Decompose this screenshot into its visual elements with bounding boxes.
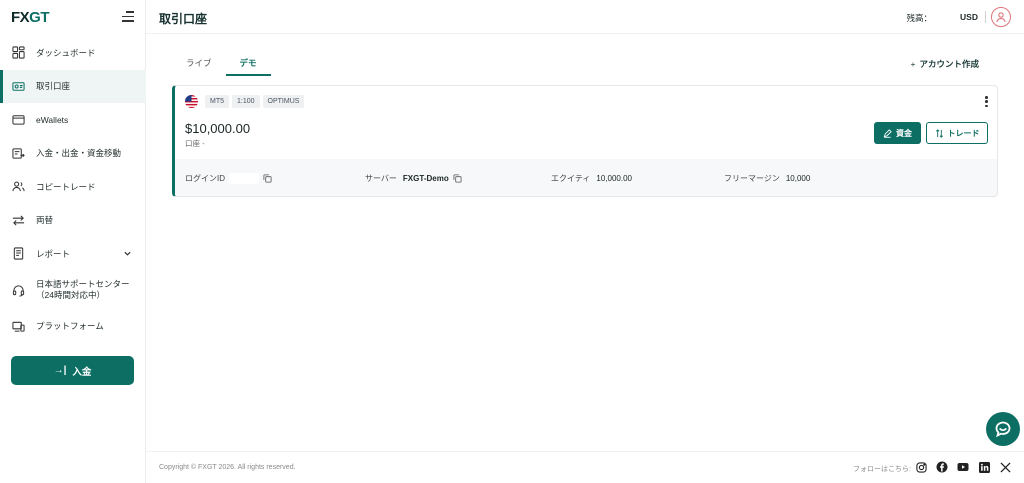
free-margin-field: フリーマージン 10,000 [724, 174, 811, 183]
sidebar-item-label: プラットフォーム [36, 321, 104, 332]
copy-icon[interactable] [453, 174, 462, 183]
chevron-down-icon[interactable] [123, 249, 132, 258]
top-header: 取引口座 残高： USD [146, 0, 1024, 34]
sidebar-item-funds[interactable]: 入金・出金・資金移動 [0, 137, 146, 171]
header-divider [985, 11, 986, 23]
sidebar-item-label: eWallets [36, 114, 69, 125]
sidebar: FXGT ダッシュボード 取引口座 eWallets 入金・出金・資金移動 コピ… [0, 0, 146, 483]
tab-demo[interactable]: デモ [225, 52, 271, 76]
funds-transfer-icon [12, 147, 25, 160]
fund-button[interactable]: 資金 [874, 122, 921, 144]
dashboard-icon [12, 46, 25, 59]
account-type-tabs: ライブ デモ [172, 52, 271, 76]
sidebar-item-platform[interactable]: プラットフォーム [0, 310, 146, 344]
sidebar-item-report[interactable]: レポート [0, 237, 146, 271]
wallet-icon [12, 113, 25, 126]
account-card: MT5 1:100 OPTIMUS $10,000.00 口座 - 資金 トレー… [172, 85, 998, 197]
instagram-icon[interactable] [915, 461, 927, 473]
balance-label: 残高： [906, 13, 932, 23]
copy-icon[interactable] [263, 174, 272, 183]
user-icon [996, 12, 1006, 23]
follow-label: フォローはこちら: [853, 466, 911, 473]
platform-icon [12, 320, 25, 333]
deposit-button[interactable]: →| 入金 [11, 356, 134, 385]
free-margin-value: 10,000 [785, 174, 811, 183]
x-icon[interactable] [999, 461, 1011, 473]
copyright-text: Copyright © FXGT 2026. All rights reserv… [159, 464, 296, 471]
equity-value: 10,000.00 [596, 174, 632, 183]
sidebar-nav: ダッシュボード 取引口座 eWallets 入金・出金・資金移動 コピートレード [0, 36, 146, 343]
sidebar-item-label: レポート [36, 248, 71, 259]
account-details-row: ログインID サーバー FXGT-Demo エクイティ 10,000.00 フリ… [175, 159, 997, 196]
page-title: 取引口座 [159, 12, 208, 26]
sidebar-item-label: 両替 [36, 215, 54, 226]
menu-toggle-icon[interactable] [122, 11, 134, 23]
login-arrow-icon: →| [53, 365, 67, 376]
exchange-icon [12, 214, 25, 227]
copy-trade-icon [12, 180, 25, 193]
account-card-header: MT5 1:100 OPTIMUS $10,000.00 口座 - 資金 トレー… [175, 86, 997, 159]
facebook-icon[interactable] [936, 461, 948, 473]
sidebar-item-trading-accounts[interactable]: 取引口座 [0, 69, 146, 103]
server-field: サーバー FXGT-Demo [365, 173, 462, 184]
trading-account-icon [12, 80, 25, 93]
plus-icon: + [910, 59, 916, 69]
linkedin-icon[interactable] [978, 461, 990, 473]
equity-field: エクイティ 10,000.00 [551, 174, 632, 183]
account-type-badge: OPTIMUS [262, 95, 305, 108]
login-id-value [229, 173, 259, 184]
fxgt-logo[interactable]: FXGT [11, 9, 50, 26]
sidebar-item-dashboard[interactable]: ダッシュボード [0, 36, 146, 70]
sidebar-item-label: 日本語サポートセンター （24時間対応中） [36, 279, 130, 300]
pencil-icon [883, 128, 892, 138]
chat-bubble-icon [995, 421, 1011, 438]
report-icon [12, 247, 25, 260]
support-headset-icon [12, 284, 25, 297]
youtube-icon[interactable] [957, 461, 969, 473]
avatar[interactable] [991, 7, 1011, 27]
currency-selector[interactable]: USD [960, 12, 978, 22]
social-links [915, 461, 1011, 473]
account-name: 口座 - [185, 139, 205, 148]
sidebar-item-exchange[interactable]: 両替 [0, 204, 146, 238]
more-options-icon[interactable] [985, 96, 988, 109]
sidebar-item-label: ダッシュボード [36, 47, 96, 58]
platform-badge: MT5 [205, 95, 229, 108]
footer: Copyright © FXGT 2026. All rights reserv… [146, 451, 1024, 483]
login-id-field: ログインID [185, 173, 272, 184]
swap-arrows-icon [935, 128, 943, 138]
tab-live[interactable]: ライブ [172, 52, 226, 76]
chat-button[interactable] [986, 412, 1020, 446]
trade-button[interactable]: トレード [926, 122, 988, 144]
create-account-button[interactable]: + アカウント作成 [911, 58, 979, 70]
sidebar-item-label: コピートレード [36, 181, 96, 192]
leverage-badge: 1:100 [232, 95, 260, 108]
sidebar-item-copy-trade[interactable]: コピートレード [0, 170, 146, 204]
sidebar-item-label: 入金・出金・資金移動 [36, 148, 122, 159]
sidebar-item-support[interactable]: 日本語サポートセンター （24時間対応中） [0, 271, 146, 310]
sidebar-item-label: 取引口座 [36, 81, 71, 92]
us-flag-icon [185, 95, 198, 108]
sidebar-item-ewallets[interactable]: eWallets [0, 103, 146, 137]
server-value: FXGT-Demo [402, 174, 449, 183]
account-badges: MT5 1:100 OPTIMUS [205, 95, 305, 108]
account-balance: $10,000.00 [185, 121, 251, 136]
